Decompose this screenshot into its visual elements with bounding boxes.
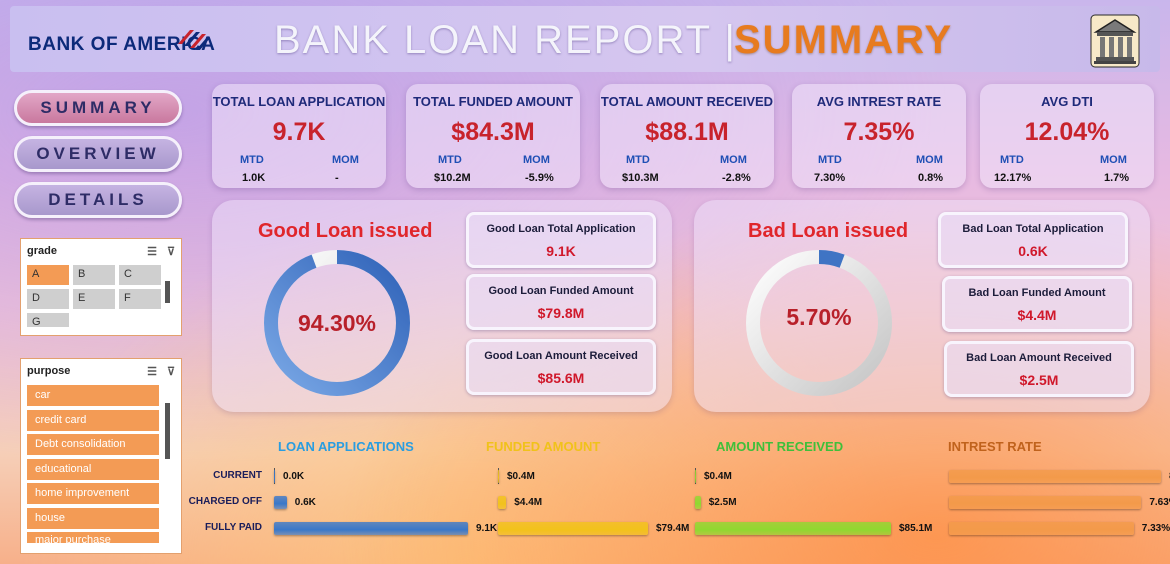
status-bar-value: 0.0K — [283, 471, 305, 482]
status-bar — [949, 496, 1142, 509]
status-bar-value: 7.33% — [1141, 523, 1170, 534]
status-bar — [695, 496, 701, 509]
status-bar-value: $85.1M — [899, 523, 933, 534]
status-row-label: CURRENT — [213, 470, 262, 481]
status-bar — [274, 470, 275, 483]
status-bar — [949, 522, 1134, 535]
bar-chart-title: LOAN APPLICATIONS — [278, 439, 414, 454]
status-bar — [695, 470, 696, 483]
status-bar-value: $4.4M — [514, 497, 543, 508]
status-row-label: CHARGED OFF — [188, 496, 262, 507]
status-bar-value: $0.4M — [704, 471, 732, 482]
status-bar-value: 0.6K — [294, 497, 316, 508]
status-bar — [695, 522, 891, 535]
bar-chart-title: AMOUNT RECEIVED — [716, 439, 844, 454]
status-bar — [498, 470, 499, 483]
status-bar-value: $0.4M — [507, 471, 535, 482]
status-row-label: FULLY PAID — [204, 522, 262, 533]
loan-status-charts: CURRENT CHARGED OFF FULLY PAID LOAN APPLICA… — [0, 0, 1170, 564]
status-bar — [274, 522, 468, 535]
bar-chart-title: FUNDED AMOUNT — [486, 439, 601, 454]
status-bar-value: $79.4M — [656, 523, 690, 534]
status-bar — [274, 496, 287, 509]
status-bar — [498, 522, 648, 535]
bar-chart-title: INTREST RATE — [948, 439, 1042, 454]
status-bar — [949, 470, 1161, 483]
status-bar-value: 7.63% — [1149, 497, 1170, 508]
status-bar-value: 9.1K — [476, 523, 498, 534]
status-bar — [498, 496, 507, 509]
status-bar-value: $2.5M — [708, 497, 737, 508]
